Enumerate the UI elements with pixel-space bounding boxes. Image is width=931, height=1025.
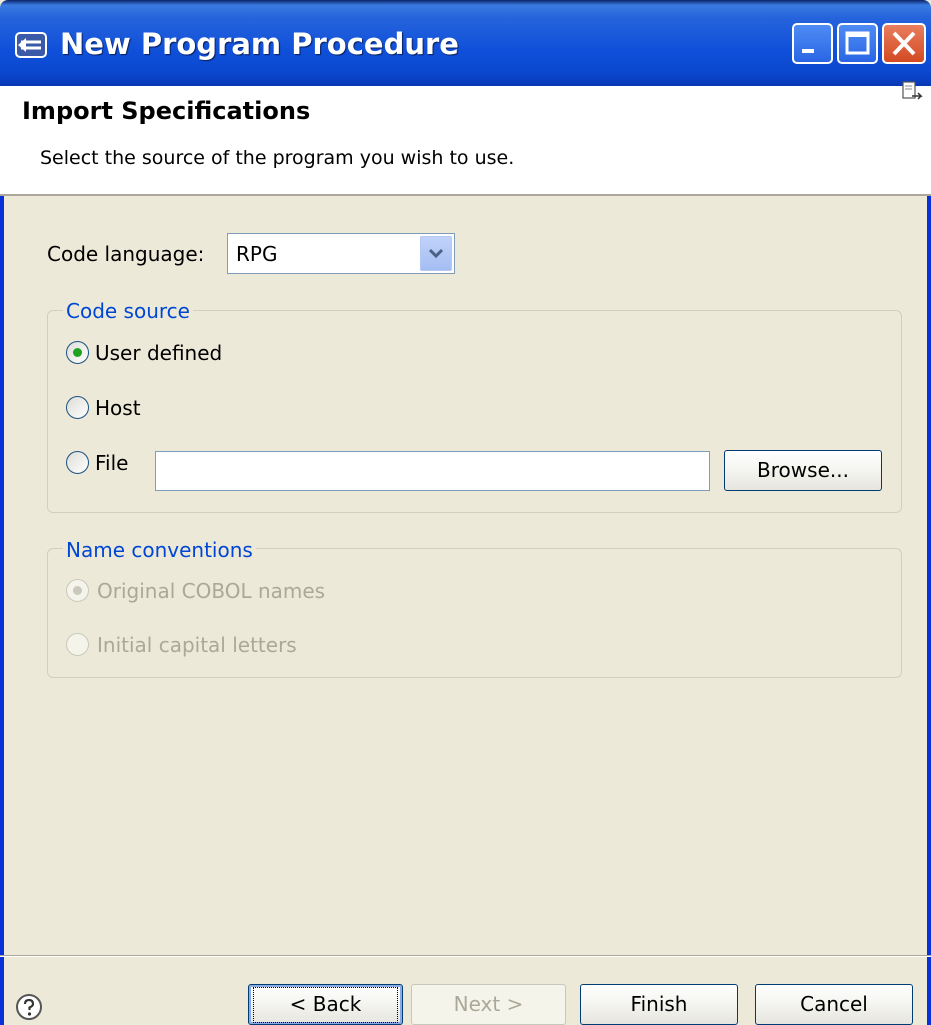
close-button[interactable] — [882, 23, 926, 64]
original-cobol-names-label[interactable]: Original COBOL names — [97, 579, 325, 603]
footer-separator — [0, 955, 931, 957]
file-path-input[interactable] — [155, 451, 710, 491]
title-bar[interactable]: New Program Procedure — [0, 0, 931, 86]
file-radio[interactable] — [66, 451, 89, 474]
code-language-select[interactable]: RPG — [227, 233, 455, 274]
help-icon[interactable] — [14, 992, 44, 1022]
user-defined-radio[interactable] — [66, 341, 89, 364]
window-left-border — [0, 86, 4, 1025]
maximize-icon — [845, 31, 870, 55]
user-defined-label[interactable]: User defined — [95, 341, 222, 365]
eclipse-app-icon — [15, 32, 47, 58]
host-label[interactable]: Host — [95, 396, 141, 420]
window-title: New Program Procedure — [60, 27, 459, 61]
window-right-border — [927, 86, 931, 1025]
name-conventions-title: Name conventions — [63, 538, 256, 562]
maximize-button[interactable] — [837, 23, 878, 64]
name-conventions-group — [47, 548, 902, 678]
page-description: Select the source of the program you wis… — [40, 147, 515, 169]
browse-button[interactable]: Browse... — [724, 450, 882, 491]
close-icon — [892, 31, 916, 56]
finish-button[interactable]: Finish — [580, 984, 738, 1025]
dropdown-button[interactable] — [420, 236, 452, 271]
chevron-down-icon — [428, 248, 444, 259]
page-title: Import Specifications — [22, 97, 311, 125]
wizard-banner-icon — [902, 81, 923, 100]
new-program-procedure-dialog: New Program Procedure Import Specificati… — [0, 0, 931, 1025]
host-radio[interactable] — [66, 396, 89, 419]
cancel-button[interactable]: Cancel — [755, 984, 913, 1025]
focus-rectangle — [253, 987, 398, 1023]
original-cobol-names-radio[interactable] — [66, 579, 89, 602]
initial-capital-letters-radio[interactable] — [66, 633, 89, 656]
minimize-button[interactable] — [792, 23, 833, 64]
next-button[interactable]: Next > — [411, 984, 566, 1025]
file-label[interactable]: File — [95, 451, 128, 475]
code-language-label: Code language: — [47, 242, 205, 266]
initial-capital-letters-label[interactable]: Initial capital letters — [97, 633, 297, 657]
minimize-icon — [802, 49, 814, 53]
code-source-title: Code source — [63, 299, 193, 323]
code-language-value: RPG — [236, 242, 278, 266]
